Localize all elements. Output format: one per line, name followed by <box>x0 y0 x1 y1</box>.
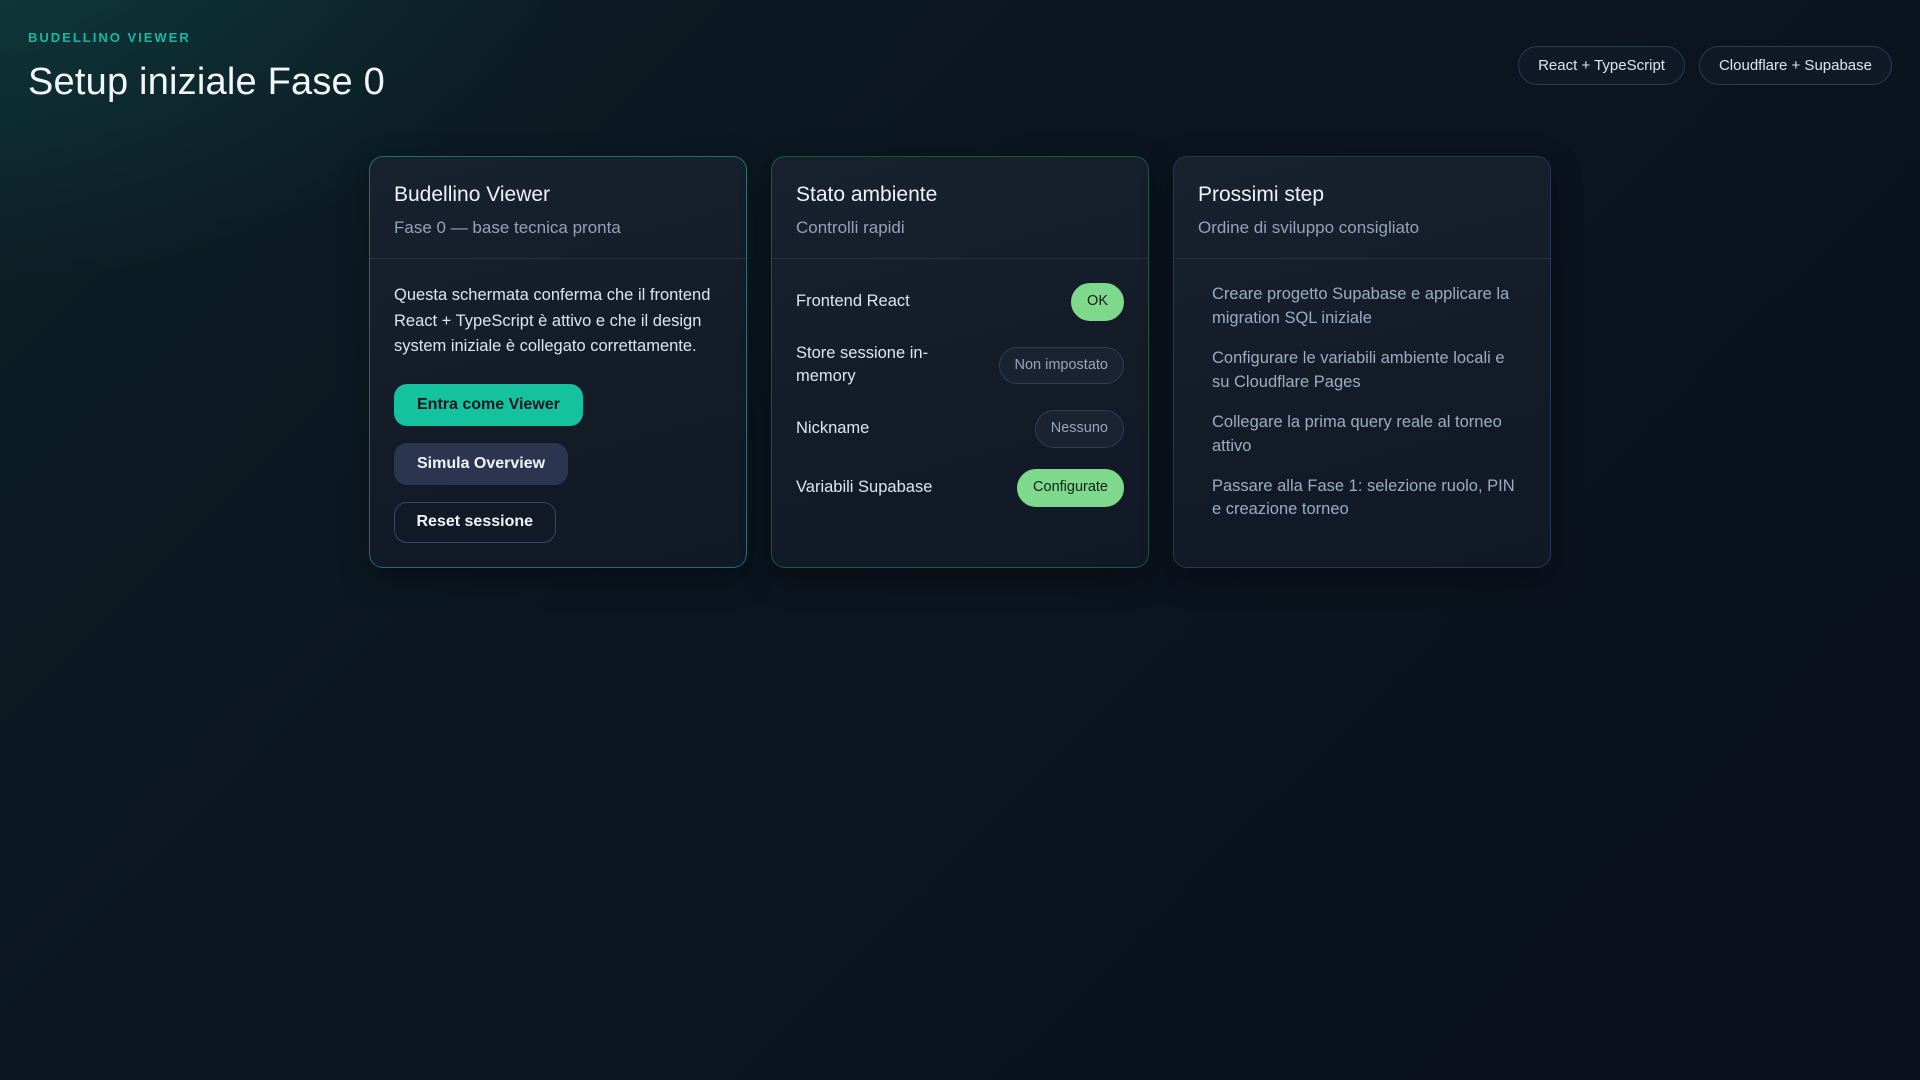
card-viewer-title: Budellino Viewer <box>394 183 551 206</box>
status-row-label: Frontend React <box>796 291 910 310</box>
status-row-session-store: Store sessione in-memory Non impostato <box>796 342 1124 390</box>
reset-session-button[interactable]: Reset sessione <box>394 501 556 543</box>
status-row-label: Variabili Supabase <box>796 477 933 496</box>
card-environment-status: Stato ambiente Controlli rapidi Frontend… <box>771 156 1149 568</box>
status-row-label: Nickname <box>796 419 870 438</box>
cards-row: Budellino Viewer Fase 0 — base tecnica p… <box>0 156 1920 568</box>
card-status-subtitle: Controlli rapidi <box>796 218 905 237</box>
card-viewer-body: Questa schermata conferma che il fronten… <box>370 259 746 567</box>
tech-badges: React + TypeScript Cloudflare + Supabase <box>1518 46 1892 85</box>
card-budellino-viewer: Budellino Viewer Fase 0 — base tecnica p… <box>369 156 747 568</box>
step-item: Collegare la prima query reale al torneo… <box>1212 412 1502 455</box>
status-badge: Non impostato <box>998 346 1124 385</box>
status-row-frontend-react: Frontend React OK <box>796 283 1124 321</box>
step-item: Configurare le variabili ambiente locali… <box>1212 348 1505 391</box>
step-item: Passare alla Fase 1: selezione ruolo, PI… <box>1212 476 1515 519</box>
status-row-supabase-vars: Variabili Supabase Configurate <box>796 468 1124 507</box>
card-viewer-subtitle: Fase 0 — base tecnica pronta <box>394 218 621 237</box>
card-status-title: Stato ambiente <box>796 183 938 206</box>
status-badge: Configurate <box>1017 468 1124 507</box>
card-status-header: Stato ambiente Controlli rapidi <box>772 157 1148 259</box>
status-badge: Nessuno <box>1034 410 1124 448</box>
card-next-steps: Prossimi step Ordine di sviluppo consigl… <box>1173 156 1551 568</box>
badge-cloudflare-supabase: Cloudflare + Supabase <box>1698 46 1892 85</box>
viewer-actions: Entra come Viewer Simula Overview Reset … <box>394 383 722 543</box>
card-viewer-header: Budellino Viewer Fase 0 — base tecnica p… <box>370 157 746 259</box>
brand-label: BUDELLINO VIEWER <box>28 30 191 45</box>
badge-react-typescript: React + TypeScript <box>1518 46 1685 85</box>
card-viewer-description: Questa schermata conferma che il fronten… <box>394 286 711 356</box>
status-badge: OK <box>1071 283 1124 321</box>
steps-list: Creare progetto Supabase e applicare la … <box>1198 283 1526 522</box>
status-rows: Frontend React OK Store sessione in-memo… <box>772 259 1148 531</box>
status-row-nickname: Nickname Nessuno <box>796 410 1124 448</box>
card-steps-body: Creare progetto Supabase e applicare la … <box>1174 259 1550 546</box>
enter-viewer-button[interactable]: Entra come Viewer <box>394 383 583 426</box>
simulate-overview-button[interactable]: Simula Overview <box>394 442 569 485</box>
card-steps-title: Prossimi step <box>1198 183 1325 206</box>
status-row-label: Store sessione in-memory <box>796 343 929 386</box>
card-steps-subtitle: Ordine di sviluppo consigliato <box>1198 218 1420 237</box>
step-item: Creare progetto Supabase e applicare la … <box>1212 285 1510 327</box>
card-steps-header: Prossimi step Ordine di sviluppo consigl… <box>1174 157 1550 259</box>
